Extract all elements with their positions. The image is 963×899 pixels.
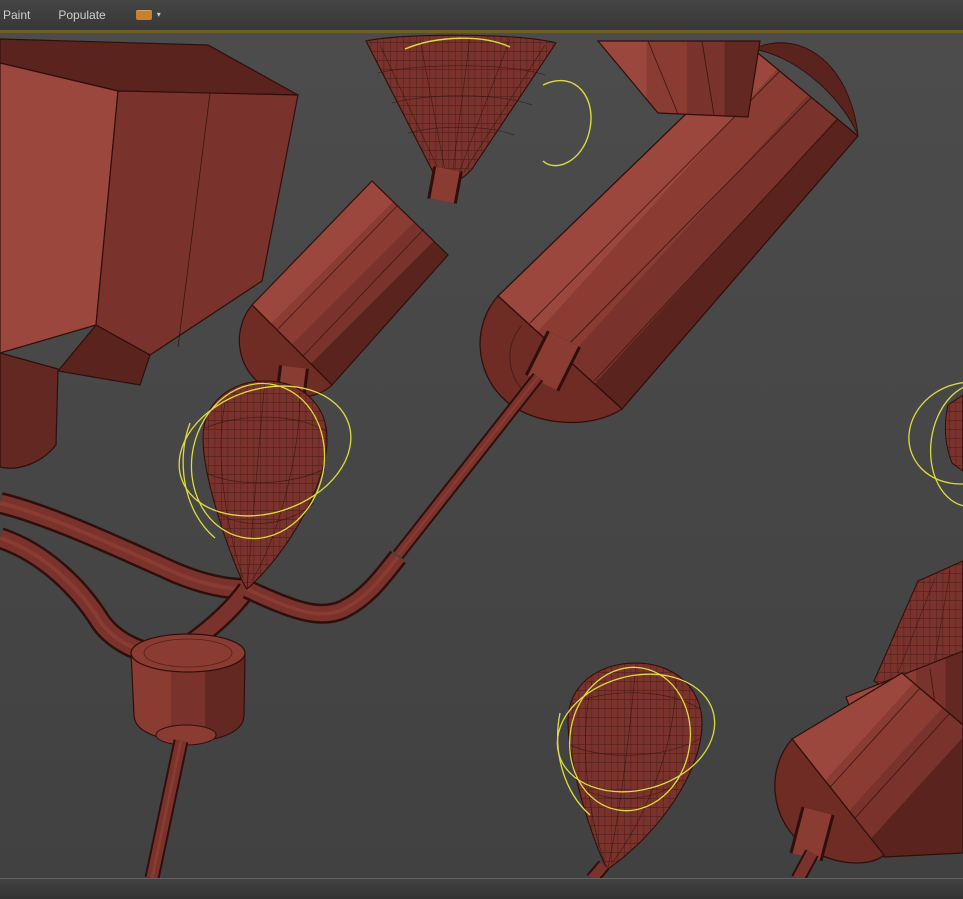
3dsmax-window: Paint Populate ▾ [0, 0, 963, 899]
ribbon-state-icon [135, 10, 152, 20]
chevron-down-icon: ▾ [156, 10, 161, 19]
piston-top-cap [130, 633, 246, 673]
tab-populate[interactable]: Populate [44, 0, 119, 30]
tab-object-paint[interactable]: Paint [0, 0, 44, 30]
cone-neck [430, 166, 460, 204]
3d-viewport[interactable] [0, 33, 963, 878]
ribbon-tab-bar: Paint Populate ▾ [0, 0, 963, 30]
limb-stub [792, 807, 832, 861]
piston-collar [155, 724, 217, 746]
status-track-bar[interactable] [0, 878, 963, 899]
viewport-canvas[interactable] [0, 33, 963, 878]
cylinder-stub [527, 331, 579, 391]
ribbon-config-dropdown[interactable]: ▾ [132, 8, 165, 22]
box-lower-cylinder [0, 352, 59, 469]
